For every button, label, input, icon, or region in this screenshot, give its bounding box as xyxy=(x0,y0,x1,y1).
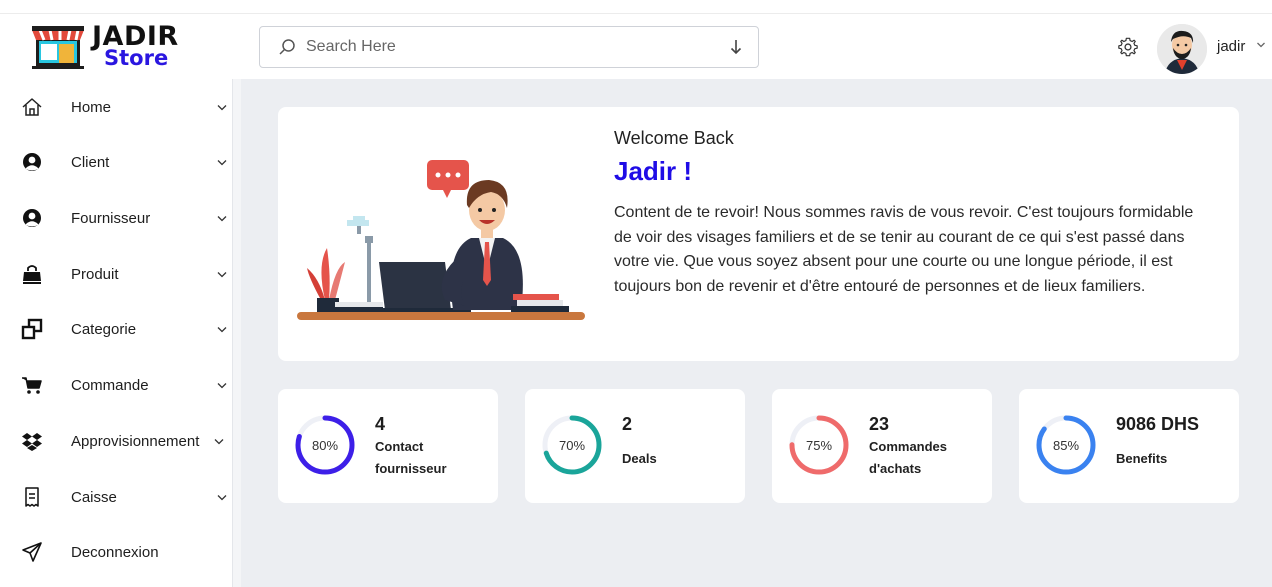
progress-percent: 85% xyxy=(1052,437,1080,453)
sidebar-item-approvisionnement[interactable]: Approvisionnement xyxy=(0,421,233,461)
sidebar-item-label: Caisse xyxy=(71,488,117,506)
sidebar-item-label: Home xyxy=(71,98,112,116)
stat-card-commandes[interactable]: 75% 23 Commandes d'achats xyxy=(772,389,992,503)
stat-label-line-1: Deals xyxy=(622,451,657,466)
sidebar-item-label: Deconnexion xyxy=(71,543,159,561)
search-bar[interactable] xyxy=(259,26,759,68)
squares-icon xyxy=(21,318,43,340)
stat-label-line-2: d'achats xyxy=(869,461,922,476)
progress-percent: 80% xyxy=(311,437,339,453)
sidebar-item-caisse[interactable]: Caisse xyxy=(0,477,233,517)
stat-value: 9086 DHS xyxy=(1116,414,1200,434)
gear-icon[interactable] xyxy=(1117,36,1139,58)
chevron-down-icon[interactable] xyxy=(217,159,227,166)
sidebar-item-label: Produit xyxy=(71,265,119,283)
brand-subtitle: Store xyxy=(104,46,169,70)
store-icon xyxy=(32,26,84,69)
stat-value: 2 xyxy=(622,414,633,434)
sidebar-item-label: Categorie xyxy=(71,320,137,338)
sidebar-item-commande[interactable]: Commande xyxy=(0,365,233,405)
stat-value: 23 xyxy=(869,414,890,434)
sidebar-item-label: Approvisionnement xyxy=(71,432,200,450)
cart-icon xyxy=(22,377,42,394)
chevron-down-icon[interactable] xyxy=(217,494,227,501)
office-illustration xyxy=(297,160,585,320)
sidebar-item-produit[interactable]: Produit xyxy=(0,254,233,294)
avatar-image xyxy=(1157,24,1207,74)
bag-icon xyxy=(23,265,41,284)
stat-card-contact-fournisseur[interactable]: 80% 4 Contact fournisseur xyxy=(278,389,498,503)
chevron-down-icon[interactable] xyxy=(217,215,227,222)
sidebar-item-deconnexion[interactable]: Deconnexion xyxy=(0,532,233,572)
stat-value: 4 xyxy=(375,414,386,434)
avatar[interactable] xyxy=(1157,24,1207,74)
chevron-down-icon[interactable] xyxy=(217,382,227,389)
user-icon xyxy=(23,153,41,171)
top-strip xyxy=(0,0,1272,14)
stat-card-deals[interactable]: 70% 2 Deals xyxy=(525,389,745,503)
sidebar-item-label: Client xyxy=(71,153,110,171)
chevron-down-icon[interactable] xyxy=(214,438,224,445)
user-icon xyxy=(23,209,41,227)
sidebar-item-label: Fournisseur xyxy=(71,209,151,227)
sidebar-item-client[interactable]: Client xyxy=(0,142,233,182)
user-name[interactable]: jadir xyxy=(1217,38,1245,55)
sidebar-scrollbar-track[interactable] xyxy=(233,79,241,587)
stat-card-benefits[interactable]: 85% 9086 DHS Benefits xyxy=(1019,389,1239,503)
sidebar-item-fournisseur[interactable]: Fournisseur xyxy=(0,198,233,238)
arrow-down-icon[interactable] xyxy=(728,38,744,56)
chevron-down-icon[interactable] xyxy=(217,326,227,333)
stat-label-line-1: Contact xyxy=(375,439,424,454)
brand-logo[interactable]: JADIR Store xyxy=(30,22,190,70)
chevron-down-icon[interactable] xyxy=(1256,41,1266,49)
stat-label-line-1: Commandes xyxy=(869,439,948,454)
chevron-down-icon[interactable] xyxy=(217,104,227,111)
sidebar-item-categorie[interactable]: Categorie xyxy=(0,309,233,349)
header: JADIR Store jadir xyxy=(0,14,1272,79)
receipt-icon xyxy=(25,487,39,507)
search-icon xyxy=(279,39,295,55)
send-icon xyxy=(22,542,42,562)
progress-percent: 75% xyxy=(805,437,833,453)
welcome-greeting: Welcome Back xyxy=(614,128,734,148)
sidebar: Home Client Fournisseur Produit Categori… xyxy=(0,79,233,587)
stat-label-line-1: Benefits xyxy=(1116,451,1168,466)
chevron-down-icon[interactable] xyxy=(217,271,227,278)
stat-label-line-2: fournisseur xyxy=(375,461,447,476)
welcome-message: Content de te revoir! Nous sommes ravis … xyxy=(614,204,1194,295)
sidebar-item-home[interactable]: Home xyxy=(0,87,233,127)
search-input[interactable] xyxy=(306,38,706,56)
progress-percent: 70% xyxy=(558,437,586,453)
welcome-user-name: Jadir ! xyxy=(614,156,693,186)
home-icon xyxy=(22,98,42,116)
dropbox-icon xyxy=(22,433,42,451)
sidebar-item-label: Commande xyxy=(71,376,149,394)
